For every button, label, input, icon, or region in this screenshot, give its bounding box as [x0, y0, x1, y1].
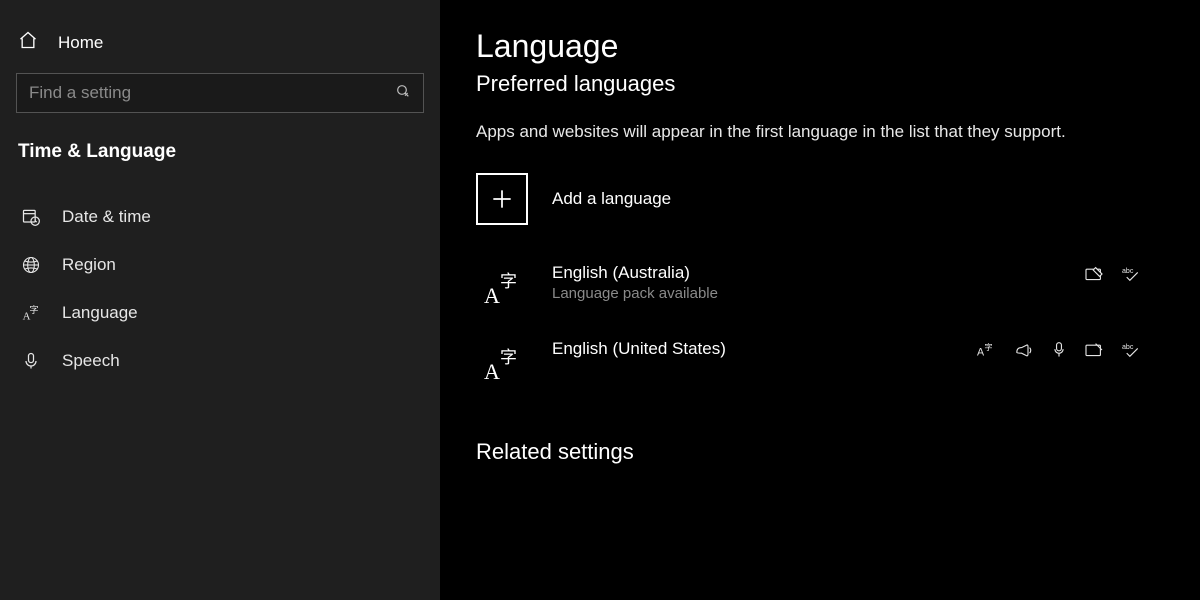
plus-box-icon — [476, 173, 528, 225]
language-feature-badges: abc — [1084, 263, 1164, 283]
language-feature-badges: A 字 — [976, 339, 1164, 359]
svg-text:字: 字 — [984, 342, 992, 352]
add-language-label: Add a language — [552, 189, 671, 209]
text-to-speech-icon — [1014, 342, 1034, 358]
svg-text:abc: abc — [1122, 268, 1134, 275]
nav-home-label: Home — [58, 33, 103, 53]
nav-home[interactable]: Home — [16, 24, 424, 73]
svg-text:字: 字 — [500, 272, 517, 291]
related-settings-heading: Related settings — [476, 439, 1164, 465]
language-name: English (Australia) — [552, 263, 1060, 283]
svg-text:abc: abc — [1122, 344, 1134, 351]
sidebar-item-region[interactable]: Region — [16, 241, 424, 289]
language-character-icon: A 字 — [20, 303, 42, 323]
handwriting-icon — [1084, 342, 1104, 358]
sidebar-item-language[interactable]: A 字 Language — [16, 289, 424, 337]
preferred-languages-description: Apps and websites will appear in the fir… — [476, 119, 1116, 145]
spellcheck-icon: abc — [1122, 341, 1144, 359]
search-input[interactable] — [29, 83, 395, 103]
svg-text:A: A — [484, 359, 500, 383]
preferred-languages-heading: Preferred languages — [476, 71, 1164, 97]
language-character-icon: A 字 — [476, 339, 528, 383]
language-item[interactable]: A 字 English (Australia) Language pack av… — [476, 253, 1164, 329]
microphone-icon — [20, 351, 42, 371]
language-character-icon: A 字 — [476, 263, 528, 307]
handwriting-icon — [1084, 266, 1104, 282]
spellcheck-icon: abc — [1122, 265, 1144, 283]
add-language-button[interactable]: Add a language — [476, 173, 1164, 225]
sidebar-item-date-time[interactable]: Date & time — [16, 193, 424, 241]
sidebar-section-title: Time & Language — [16, 137, 424, 193]
display-language-icon: A 字 — [976, 341, 996, 359]
sidebar-item-label: Region — [62, 255, 116, 275]
svg-text:字: 字 — [500, 348, 517, 367]
language-name: English (United States) — [552, 339, 952, 359]
language-item[interactable]: A 字 English (United States) A 字 — [476, 329, 1164, 405]
sidebar-item-speech[interactable]: Speech — [16, 337, 424, 385]
main-content: Language Preferred languages Apps and we… — [440, 0, 1200, 600]
svg-text:A: A — [484, 283, 500, 307]
speech-recognition-icon — [1052, 341, 1066, 359]
svg-text:字: 字 — [29, 304, 38, 315]
sidebar-item-label: Speech — [62, 351, 120, 371]
sidebar-item-label: Date & time — [62, 207, 151, 227]
page-title: Language — [476, 28, 1164, 65]
sidebar: Home Time & Language — [0, 0, 440, 600]
search-box[interactable] — [16, 73, 424, 113]
search-icon — [395, 83, 411, 104]
calendar-clock-icon — [20, 207, 42, 227]
language-subtext: Language pack available — [552, 285, 1060, 302]
home-icon — [18, 30, 38, 55]
sidebar-item-label: Language — [62, 303, 138, 323]
globe-icon — [20, 255, 42, 275]
